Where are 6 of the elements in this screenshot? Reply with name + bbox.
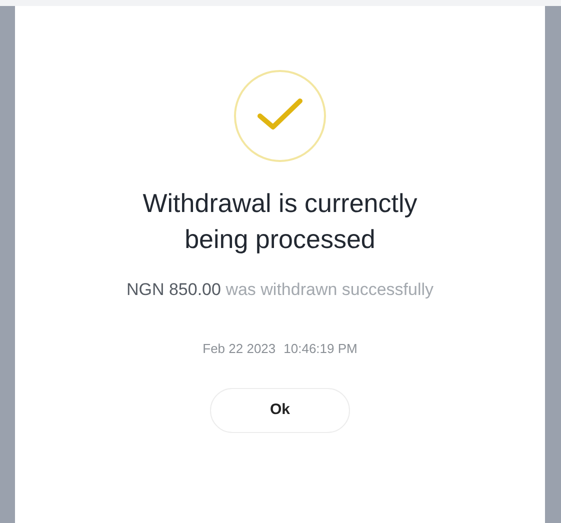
dialog-title: Withdrawal is currenctly being processed — [142, 187, 418, 256]
ok-button[interactable]: Ok — [210, 388, 350, 433]
withdrawal-message: NGN 850.00 was withdrawn successfully — [126, 279, 434, 301]
checkmark-icon — [233, 69, 327, 163]
date-text: Feb 22 2023 — [202, 340, 276, 358]
time-text: 10:46:19 PM — [284, 340, 358, 358]
